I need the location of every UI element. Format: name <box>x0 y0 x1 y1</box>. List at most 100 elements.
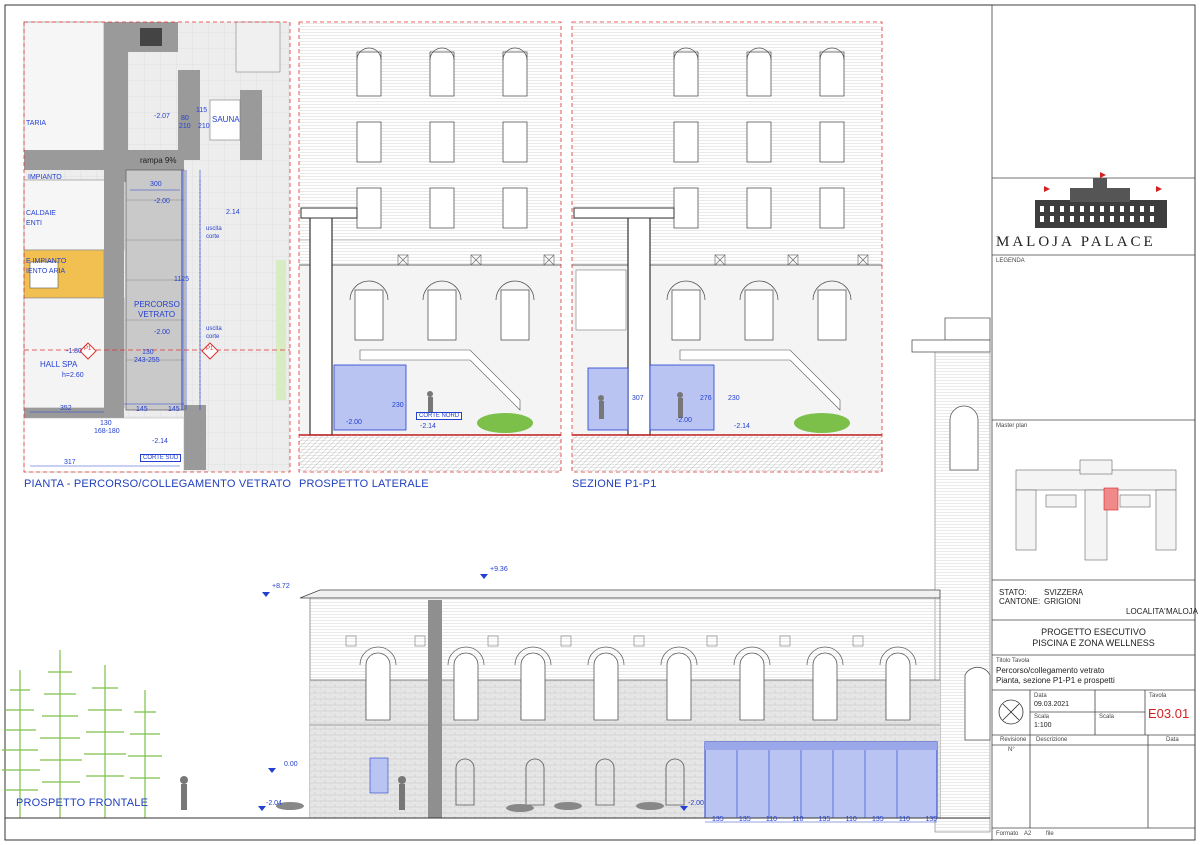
dim: -2.00 <box>154 329 170 336</box>
dim: 2.14 <box>226 209 240 216</box>
file-label: file <box>1046 831 1054 837</box>
room-percorso: PERCORSO <box>134 300 180 309</box>
formato-label: Formato <box>996 831 1019 837</box>
dim: 0.00 <box>284 761 298 768</box>
titolo-line-1: Percorso/collegamento vetrato <box>996 666 1105 675</box>
data-label: Data <box>1034 693 1047 699</box>
dim: 130 <box>142 349 154 356</box>
dim: 1125 <box>174 276 190 283</box>
dim: -1.80 <box>66 348 82 355</box>
label-corte-2: corte <box>206 334 220 340</box>
front-spacing-dim: 135 <box>871 816 884 823</box>
master-plan-map <box>1015 459 1177 561</box>
front-spacing-dim: 110 <box>898 816 911 823</box>
titolo-label: Titolo Tavola <box>996 658 1030 664</box>
dim: 168-180 <box>94 428 120 435</box>
tag-p1-right: P1 <box>206 346 214 352</box>
descrizione-label: Descrizione <box>1036 737 1068 743</box>
dim: -2.14 <box>152 438 168 445</box>
data-rev-label: Data <box>1166 737 1179 743</box>
dim: -2.14 <box>420 423 436 430</box>
stato-value: SVIZZERA <box>1044 588 1084 597</box>
dim: 307 <box>632 395 644 402</box>
dim: 210 <box>198 123 210 130</box>
cantone-label: CANTONE: <box>999 597 1041 606</box>
dim: -2.00 <box>346 419 362 426</box>
dim: -2.07 <box>154 113 170 120</box>
scala-label-2: Scala <box>1099 714 1115 720</box>
lateral-elevation <box>298 21 562 473</box>
dim: 317 <box>64 459 76 466</box>
north-arrow-icon <box>998 699 1024 725</box>
room-hall-spa: HALL SPA <box>40 360 78 369</box>
stato-label: STATO: <box>999 588 1027 597</box>
room-aria: IENTO ARIA <box>26 268 66 275</box>
tavola-value: E03.01 <box>1148 706 1190 721</box>
data-value: 09.03.2021 <box>1034 701 1070 708</box>
room-vetrato: VETRATO <box>138 310 176 319</box>
room-impianto: E IMPIANTO <box>26 258 67 265</box>
dim: +9.36 <box>490 566 508 573</box>
front-spacing-dim: 110 <box>845 816 857 823</box>
room-sauna: SAUNA <box>212 115 240 124</box>
room-taria: TARIA <box>26 120 47 127</box>
dim: h=2.60 <box>62 372 84 379</box>
room-enti: ENTI <box>26 220 42 227</box>
front-spacing-dim: 110 <box>792 816 804 823</box>
front-spacing-dim: 135 <box>925 816 937 823</box>
section-title: SEZIONE P1-P1 <box>572 478 657 490</box>
dim: 230 <box>392 402 404 409</box>
revisione-label: Revisione <box>1000 737 1027 743</box>
titolo-line-2: Pianta, sezione P1-P1 e prospetti <box>996 676 1115 685</box>
plan-title: PIANTA - PERCORSO/COLLEGAMENTO VETRATO <box>24 478 292 490</box>
dim: -2.00 <box>688 800 704 807</box>
n-label: N° <box>1008 747 1015 753</box>
dim: 230 <box>728 395 740 402</box>
project-line-2: PISCINA E ZONA WELLNESS <box>1032 638 1155 648</box>
dim: -2.00 <box>154 198 170 205</box>
dim: 210 <box>179 123 191 130</box>
cantone-value: GRIGIONI <box>1044 597 1081 606</box>
project-line-1: PROGETTO ESECUTIVO <box>1041 627 1146 637</box>
label-corte-nord: CORTE NORD <box>416 412 463 420</box>
formato-value: A2 <box>1024 831 1032 837</box>
label-corte-1: corte <box>206 234 220 240</box>
localita-value: MALOJA <box>1166 607 1199 616</box>
dim: -2.14 <box>734 423 750 430</box>
room-impianto-top: IMPIANTO <box>28 174 62 181</box>
lateral-title: PROSPETTO LATERALE <box>299 478 429 490</box>
master-plan-label: Master plan <box>996 423 1028 429</box>
front-spacing-dims: 135 135 110 110 135 110 135 110 135 <box>712 816 937 823</box>
front-title: PROSPETTO FRONTALE <box>16 797 149 809</box>
brand-name: MALOJA PALACE <box>996 234 1156 250</box>
label-corte-sud: CORTE SUD <box>140 454 182 462</box>
dim: 80 <box>181 115 189 122</box>
section-p1 <box>571 21 883 473</box>
dim: 352 <box>60 405 72 412</box>
dim: 300 <box>150 181 162 188</box>
scala-value: 1:100 <box>1034 722 1052 729</box>
room-caldaie: CALDAIE <box>26 210 56 217</box>
front-spacing-dim: 135 <box>712 816 724 823</box>
dim: 276 <box>700 395 712 402</box>
localita-label: LOCALITA': <box>1126 607 1168 616</box>
maloja-palace-logo <box>1035 172 1167 228</box>
dim: 145 <box>168 406 180 413</box>
dim: -2.00 <box>676 417 692 424</box>
front-spacing-dim: 110 <box>765 816 778 823</box>
front-spacing-dim: 135 <box>738 816 751 823</box>
front-spacing-dim: 135 <box>818 816 831 823</box>
dim: 243-255 <box>134 357 160 364</box>
tag-p1-left: P1 <box>84 346 92 352</box>
label-uscita-2: uscita <box>206 326 222 332</box>
dim: 145 <box>136 406 148 413</box>
tavola-label: Tavola <box>1149 693 1167 699</box>
front-elevation <box>2 574 990 823</box>
dim: -2.04 <box>266 800 282 807</box>
dim: 130 <box>100 420 112 427</box>
scala-label: Scala <box>1034 714 1050 720</box>
dim: +8.72 <box>272 583 290 590</box>
label-rampa: rampa 9% <box>140 156 177 165</box>
dim: 115 <box>196 107 208 114</box>
legenda-label: LEGENDA <box>996 258 1025 264</box>
